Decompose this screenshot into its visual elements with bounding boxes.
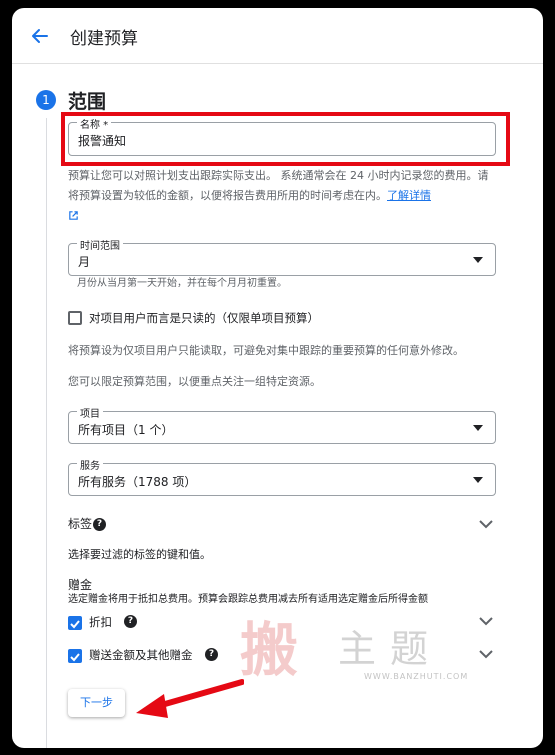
external-link-icon[interactable] [68, 210, 79, 221]
services-value: 所有服务（1788 项） [78, 475, 197, 489]
check-icon [70, 620, 80, 629]
watermark-url: WWW.BANZHUTI.COM [364, 672, 469, 681]
projects-select[interactable]: 项目 所有项目（1 个） [68, 405, 496, 444]
top-bar: 创建预算 [12, 8, 543, 64]
watermark-glyph: 搬 [240, 616, 299, 684]
learn-more-link[interactable]: 了解详情 [387, 189, 431, 202]
next-button[interactable]: 下一步 [68, 689, 125, 717]
time-range-hint: 月份从当月第一天开始，并在每个月月初重置。 [77, 278, 287, 289]
promotions-checkbox[interactable] [68, 649, 82, 663]
annotation-arrow-icon [136, 679, 244, 718]
check-icon [70, 653, 80, 662]
help-icon[interactable]: ? [205, 648, 218, 661]
app-window: 创建预算 1 范围 名称 * 报警通知 预算让您可以对照计划支出跟踪实际支出。 … [12, 8, 543, 748]
dropdown-caret-icon [473, 257, 483, 263]
projects-label: 项目 [77, 405, 103, 420]
step-number-badge: 1 [36, 90, 56, 110]
help-icon[interactable]: ? [93, 518, 106, 531]
highlight-box [61, 112, 510, 166]
section-title: 范围 [68, 91, 107, 113]
help-icon[interactable]: ? [124, 615, 137, 628]
labels-description: 选择要过滤的标签的键和值。 [68, 548, 211, 561]
page-title: 创建预算 [70, 29, 138, 49]
watermark: 搬 主题 WWW.BANZHUTI.COM [240, 616, 485, 686]
dropdown-caret-icon [473, 425, 483, 431]
step-connector-line [46, 118, 47, 748]
services-select[interactable]: 服务 所有服务（1788 项） [68, 457, 496, 496]
readonly-checkbox-label: 对项目用户而言是只读的（仅限单项目预算） [89, 311, 319, 325]
back-arrow-icon[interactable] [30, 26, 50, 46]
watermark-text: 主题 [338, 627, 443, 671]
time-range-label: 时间范围 [77, 237, 123, 252]
labels-title: 标签 [68, 517, 93, 531]
services-label: 服务 [77, 457, 103, 472]
readonly-description: 将预算设为仅项目用户只能读取，可避免对集中跟踪的重要预算的任何意外修改。 [68, 344, 464, 357]
dropdown-caret-icon [473, 477, 483, 483]
time-range-select[interactable]: 时间范围 月 [68, 237, 496, 276]
credits-description: 选定赠金将用于抵扣总费用。预算会跟踪总费用减去所有适用选定赠金后所得金额 [68, 594, 428, 605]
discount-checkbox[interactable] [68, 616, 82, 630]
scope-description: 您可以限定预算范围，以便重点关注一组特定资源。 [68, 375, 321, 388]
readonly-checkbox[interactable] [68, 311, 82, 325]
time-range-value: 月 [78, 255, 91, 269]
budget-description: 预算让您可以对照计划支出跟踪实际支出。 系统通常会在 24 小时内记录您的费用。… [68, 166, 498, 206]
projects-value: 所有项目（1 个） [78, 423, 174, 437]
discount-label: 折扣 [89, 615, 112, 629]
promotions-label: 赠送金额及其他赠金 [89, 648, 193, 662]
labels-expand-chevron-icon[interactable] [479, 520, 493, 529]
